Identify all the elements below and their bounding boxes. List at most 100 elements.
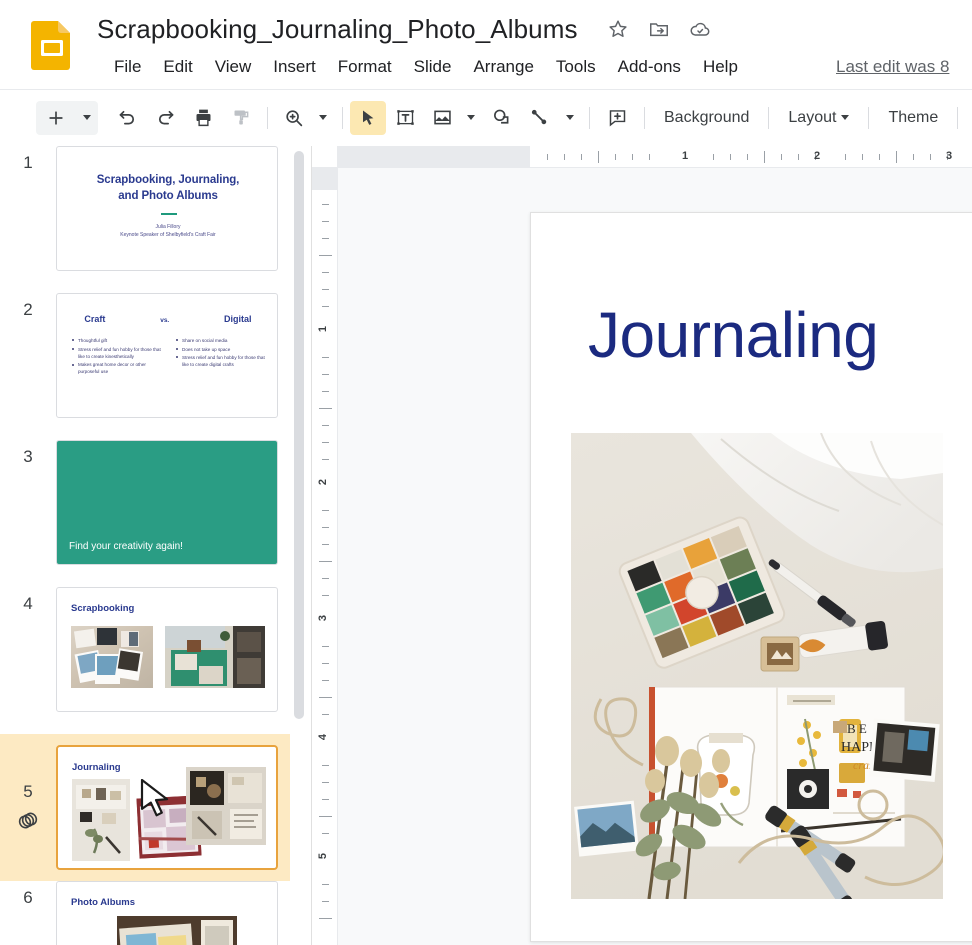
heading-vs: vs. (160, 317, 170, 324)
menu-item-insert[interactable]: Insert (262, 56, 327, 78)
line-button[interactable] (520, 101, 558, 135)
menu-item-addons[interactable]: Add-ons (607, 56, 692, 78)
thumb-title-line1: Scrapbooking, Journaling, (96, 174, 240, 186)
paint-format-button[interactable] (222, 101, 260, 135)
new-slide-dropdown[interactable] (76, 101, 98, 135)
add-comment-button[interactable] (597, 101, 637, 135)
background-button[interactable]: Background (652, 101, 761, 135)
ruler-label-2: 2 (814, 150, 821, 162)
shape-button[interactable] (482, 101, 520, 135)
menu-item-help[interactable]: Help (692, 56, 749, 78)
slide-meta: 2 (0, 293, 56, 318)
zoom-dropdown[interactable] (311, 101, 335, 135)
print-button[interactable] (184, 101, 222, 135)
new-slide-button[interactable] (36, 101, 76, 135)
thumb-title: Journaling (72, 762, 121, 773)
filmstrip-slide-5[interactable]: 5 Journaling (0, 734, 290, 881)
vertical-ruler[interactable]: 1 2 3 4 5 (312, 168, 338, 945)
menu-item-arrange[interactable]: Arrange (462, 56, 544, 78)
thumb-title: Scrapbooking (71, 603, 135, 614)
slide-meta: 4 (0, 587, 56, 612)
ruler-offslide-band (312, 168, 337, 190)
slide-transition-icon[interactable] (16, 808, 40, 832)
filmstrip-scrollbar[interactable] (294, 151, 304, 719)
mouse-cursor-icon (140, 778, 174, 819)
slide-number: 3 (23, 447, 33, 466)
caret-down-icon (83, 115, 91, 120)
slide-thumbnail[interactable]: Scrapbooking (56, 587, 278, 712)
list-item: Share on social media (175, 337, 265, 344)
filmstrip-slide-4[interactable]: 4 Scrapbooking (0, 587, 290, 712)
document-title[interactable]: Scrapbooking_Journaling_Photo_Albums (97, 14, 578, 45)
caret-down-icon (566, 115, 574, 120)
slide-canvas[interactable]: Journaling B E HAPPY crazy (530, 212, 972, 942)
slide-thumbnail[interactable]: Scrapbooking, Journaling, and Photo Albu… (56, 146, 278, 271)
slide-number: 4 (23, 594, 33, 613)
thumb-subtitle-name: Julia Fillory (155, 224, 181, 230)
canvas-scroll-area[interactable]: Journaling B E HAPPY crazy (338, 168, 972, 945)
zoom-button[interactable] (275, 101, 311, 135)
toolbar-divider (644, 106, 645, 129)
menu-item-edit[interactable]: Edit (152, 56, 203, 78)
thumb-title: Photo Albums (71, 897, 136, 908)
slide-number: 6 (23, 888, 33, 907)
slide-number: 2 (23, 300, 33, 319)
toolbar-divider (768, 106, 770, 129)
slides-logo-icon[interactable] (28, 18, 76, 70)
insert-image-button[interactable] (424, 101, 460, 135)
horizontal-ruler[interactable]: 1 2 3 (338, 146, 972, 168)
column-digital: Share on social media Does not take up s… (175, 337, 265, 377)
slide-number: 5 (23, 782, 33, 801)
slide-meta: 1 (0, 146, 56, 171)
ruler-corner (312, 146, 338, 168)
menu-item-view[interactable]: View (204, 56, 263, 78)
thumb-photo-albums (117, 916, 237, 945)
select-tool-button[interactable] (350, 100, 386, 135)
ruler-label-1: 1 (317, 325, 330, 333)
filmstrip-slide-1[interactable]: 1 Scrapbooking, Journaling, and Photo Al… (0, 146, 290, 271)
ruler-label-1: 1 (682, 150, 689, 162)
thumb-title: Scrapbooking, Journaling, and Photo Albu… (71, 173, 265, 204)
caret-down-icon (841, 115, 850, 120)
theme-button[interactable]: Theme (876, 101, 950, 135)
insert-image-dropdown[interactable] (460, 101, 482, 135)
slide-number: 1 (23, 153, 33, 172)
line-dropdown[interactable] (558, 101, 582, 135)
slide-thumbnail[interactable]: Craft vs. Digital Thoughtful gift Stress… (56, 293, 278, 418)
slide-filmstrip[interactable]: 1 Scrapbooking, Journaling, and Photo Al… (0, 146, 311, 945)
toolbar-divider (868, 106, 870, 129)
menu-item-slide[interactable]: Slide (403, 56, 463, 78)
toolbar-divider (957, 106, 959, 129)
slide-title[interactable]: Journaling (588, 298, 879, 372)
slide-meta: 3 (0, 440, 56, 465)
slide-meta: 6 (0, 881, 56, 906)
layout-label: Layout (788, 108, 837, 126)
text-box-button[interactable] (386, 101, 424, 135)
thumb-subtitle: Julia Fillory Keynote Speaker of Shelbyf… (71, 223, 265, 239)
ruler-label-2: 2 (317, 478, 330, 486)
caret-down-icon (467, 115, 475, 120)
journaling-flatlay-photo[interactable]: B E HAPPY crazy (571, 433, 943, 899)
slide-thumbnail[interactable]: Photo Albums (56, 881, 278, 945)
menu-item-file[interactable]: File (103, 56, 152, 78)
move-to-folder-icon[interactable] (648, 18, 670, 40)
menu-item-tools[interactable]: Tools (545, 56, 607, 78)
slide-thumbnail[interactable]: Journaling (56, 745, 278, 870)
cloud-saved-icon[interactable] (689, 18, 711, 40)
ruler-label-4: 4 (317, 733, 330, 741)
title-bar: Scrapbooking_Journaling_Photo_Albums Fil… (0, 0, 972, 88)
background-label: Background (664, 108, 750, 126)
redo-button[interactable] (146, 101, 184, 135)
menu-item-format[interactable]: Format (327, 56, 403, 78)
menu-bar: File Edit View Insert Format Slide Arran… (103, 56, 749, 78)
filmstrip-slide-2[interactable]: 2 Craft vs. Digital Thoughtful gift Stre… (0, 293, 290, 418)
star-icon[interactable] (607, 18, 629, 40)
slide-meta: 5 (0, 783, 56, 832)
last-edit-status[interactable]: Last edit was 8 (836, 57, 949, 77)
filmstrip-slide-3[interactable]: 3 Find your creativity again! (0, 440, 290, 565)
slide-thumbnail[interactable]: Find your creativity again! (56, 440, 278, 565)
layout-button[interactable]: Layout (776, 101, 861, 135)
filmstrip-slide-6[interactable]: 6 Photo Albums (0, 881, 290, 945)
undo-button[interactable] (108, 101, 146, 135)
thumb-columns: Thoughtful gift Stress relief and fun ho… (71, 337, 267, 377)
